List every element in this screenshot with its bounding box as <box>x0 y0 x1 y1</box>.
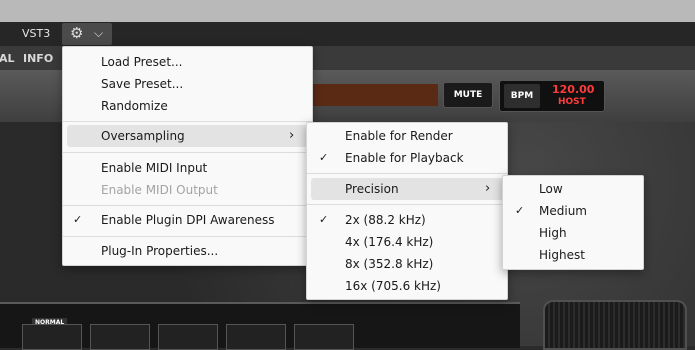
menu-item-rate-4x[interactable]: 4x (176.4 kHz) <box>311 231 503 253</box>
speaker-cabinet <box>543 300 687 350</box>
precision-submenu: Low ✓ Medium High Highest <box>502 175 644 270</box>
nav-tab-partial[interactable]: AL <box>0 52 15 65</box>
gear-icon: ⚙ <box>70 24 84 42</box>
menu-separator <box>307 204 507 205</box>
menu-item-enable-midi-input[interactable]: Enable MIDI Input <box>67 157 308 179</box>
checkmark-icon: ✓ <box>319 213 329 226</box>
menu-item-randomize[interactable]: Randomize <box>67 95 308 117</box>
menu-item-enable-for-playback[interactable]: ✓ Enable for Playback <box>311 147 503 169</box>
settings-context-menu: Load Preset... Save Preset... Randomize … <box>62 46 313 266</box>
menu-separator <box>63 205 312 206</box>
menu-item-label: Enable MIDI Input <box>101 161 208 175</box>
menu-item-label: Precision <box>345 182 399 196</box>
menu-item-label: Low <box>539 182 563 196</box>
menu-item-label: Plug-In Properties... <box>101 244 219 258</box>
menu-item-save-preset[interactable]: Save Preset... <box>67 73 308 95</box>
amp-control-slot[interactable] <box>226 324 286 350</box>
mute-button[interactable]: MUTE <box>443 82 493 108</box>
bpm-source: HOST <box>558 97 586 107</box>
menu-separator <box>63 236 312 237</box>
checkmark-icon: ✓ <box>515 204 525 217</box>
menu-item-label: 4x (176.4 kHz) <box>345 235 434 249</box>
checkmark-icon: ✓ <box>319 151 329 164</box>
menu-item-enable-midi-output: Enable MIDI Output <box>67 179 308 201</box>
menu-item-label: High <box>539 226 567 240</box>
menu-item-rate-8x[interactable]: 8x (352.8 kHz) <box>311 253 503 275</box>
plugin-format-label: VST3 <box>22 27 51 40</box>
menu-item-precision-highest[interactable]: Highest <box>507 244 639 266</box>
menu-item-load-preset[interactable]: Load Preset... <box>67 51 308 73</box>
menu-item-precision-low[interactable]: Low <box>507 178 639 200</box>
amp-control-slot[interactable] <box>22 324 82 350</box>
menu-item-rate-16x[interactable]: 16x (705.6 kHz) <box>311 275 503 297</box>
bpm-display: BPM 120.00 HOST <box>499 80 605 112</box>
top-strip <box>0 0 695 22</box>
bpm-button[interactable]: BPM <box>504 84 540 108</box>
menu-separator <box>307 173 507 174</box>
menu-item-label: Load Preset... <box>101 55 183 69</box>
menu-item-label: Enable for Playback <box>345 151 464 165</box>
menu-item-label: Enable for Render <box>345 129 453 143</box>
menu-item-label: 2x (88.2 kHz) <box>345 213 426 227</box>
menu-item-label: Highest <box>539 248 585 262</box>
menu-item-precision-medium[interactable]: ✓ Medium <box>507 200 639 222</box>
submenu-arrow-icon: › <box>485 181 491 196</box>
menu-item-precision-high[interactable]: High <box>507 222 639 244</box>
amp-control-slot[interactable] <box>158 324 218 350</box>
chevron-down-icon: ⌵ <box>94 26 104 40</box>
bpm-value: 120.00 <box>552 83 595 96</box>
menu-separator <box>63 152 312 153</box>
nav-tab-info[interactable]: INFO <box>23 52 53 65</box>
oversampling-submenu: Enable for Render ✓ Enable for Playback … <box>306 122 508 300</box>
menu-item-precision[interactable]: Precision › <box>311 178 503 200</box>
menu-item-oversampling[interactable]: Oversampling › <box>67 125 308 147</box>
menu-item-label: Randomize <box>101 99 168 113</box>
menu-item-label: Save Preset... <box>101 77 184 91</box>
menu-item-label: Medium <box>539 204 587 218</box>
menu-item-enable-for-render[interactable]: Enable for Render <box>311 125 503 147</box>
menu-item-enable-dpi-awareness[interactable]: ✓ Enable Plugin DPI Awareness <box>67 209 308 231</box>
submenu-arrow-icon: › <box>289 128 295 143</box>
menu-item-label: Enable Plugin DPI Awareness <box>101 213 275 227</box>
menu-item-label: 16x (705.6 kHz) <box>345 279 441 293</box>
menu-item-label: 8x (352.8 kHz) <box>345 257 434 271</box>
menu-separator <box>63 121 312 122</box>
menu-item-plugin-properties[interactable]: Plug-In Properties... <box>67 240 308 262</box>
checkmark-icon: ✓ <box>73 213 83 226</box>
amp-control-slot[interactable] <box>90 324 150 350</box>
host-toolbar: VST3 ⚙ ⌵ <box>0 22 695 46</box>
amp-head: NORMAL <box>0 302 520 350</box>
settings-menu-button[interactable]: ⚙ ⌵ <box>62 23 112 45</box>
menu-item-label: Enable MIDI Output <box>101 183 218 197</box>
menu-item-rate-2x[interactable]: ✓ 2x (88.2 kHz) <box>311 209 503 231</box>
amp-control-slot[interactable] <box>294 324 354 350</box>
menu-item-label: Oversampling <box>101 129 185 143</box>
